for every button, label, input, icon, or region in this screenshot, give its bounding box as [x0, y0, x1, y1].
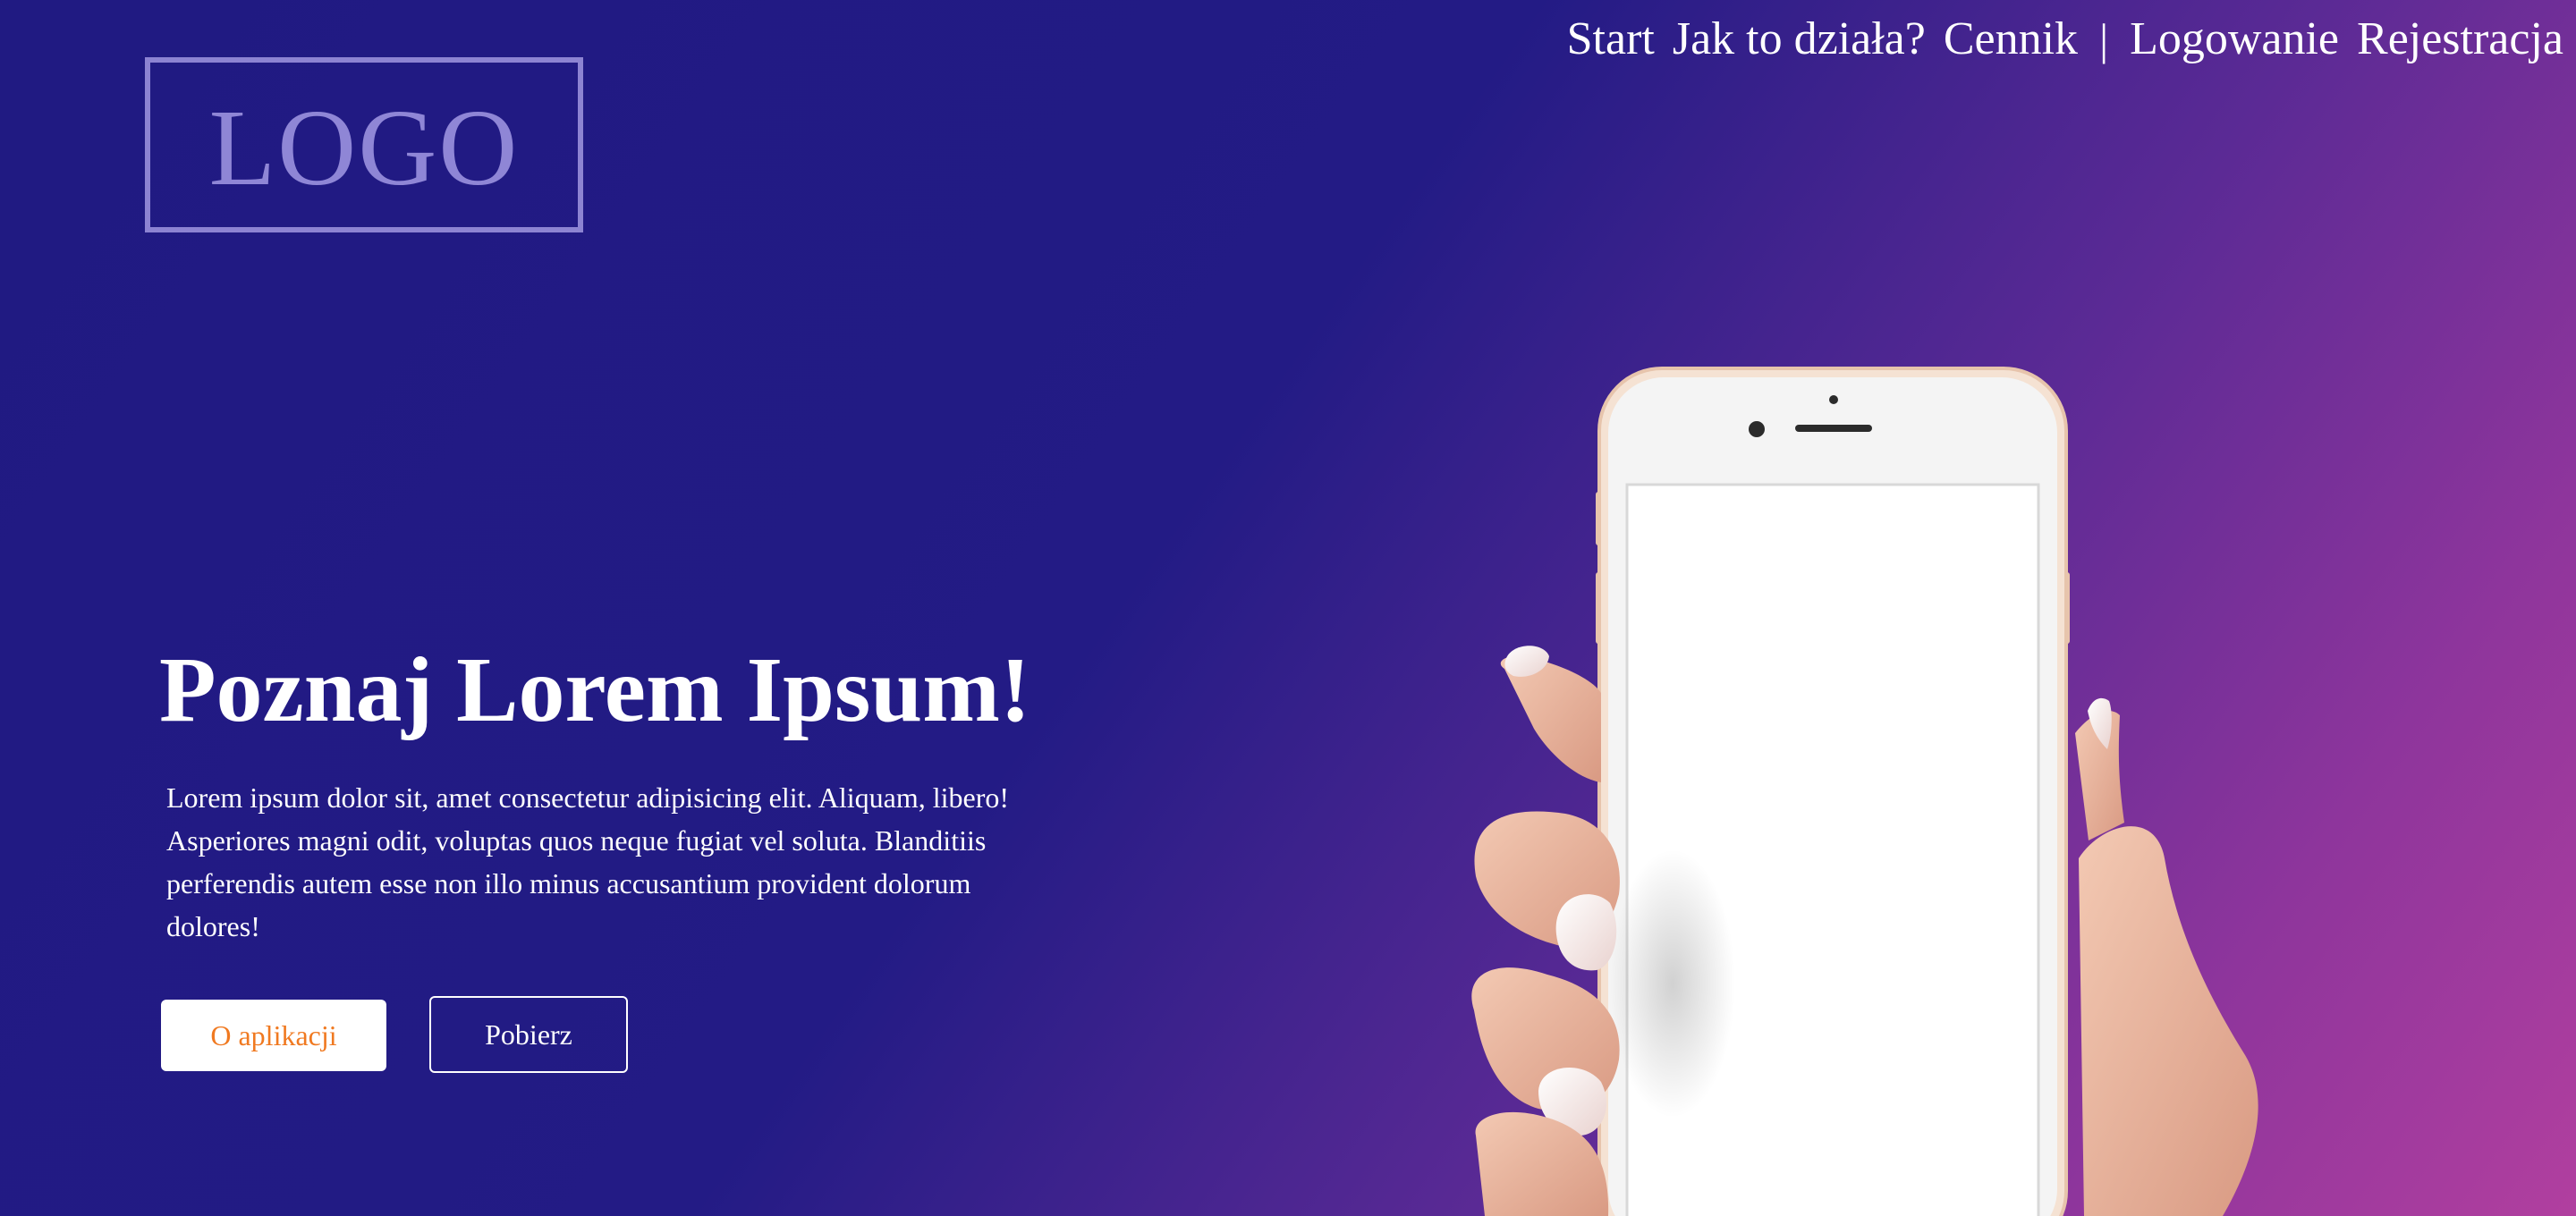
- nav-item-register[interactable]: Rejestracja: [2357, 13, 2563, 65]
- hand-holding-smartphone-icon: [1471, 367, 2258, 1216]
- hero-section: LOGO Start Jak to działa? Cennik | Logow…: [0, 0, 2576, 1216]
- top-navigation: Start Jak to działa? Cennik | Logowanie …: [1567, 13, 2563, 65]
- nav-item-pricing[interactable]: Cennik: [1944, 13, 2078, 65]
- logo[interactable]: LOGO: [145, 57, 583, 232]
- nav-item-login[interactable]: Logowanie: [2130, 13, 2339, 65]
- nav-separator: |: [2099, 13, 2109, 64]
- nav-item-start[interactable]: Start: [1567, 13, 1655, 65]
- download-button[interactable]: Pobierz: [429, 996, 628, 1073]
- nav-item-how-it-works[interactable]: Jak to działa?: [1673, 13, 1926, 65]
- logo-text: LOGO: [208, 88, 520, 208]
- hero-title: Poznaj Lorem Ipsum!: [159, 638, 1031, 741]
- hero-description: Lorem ipsum dolor sit, amet consectetur …: [166, 781, 1010, 942]
- about-app-button[interactable]: O aplikacji: [161, 1000, 386, 1071]
